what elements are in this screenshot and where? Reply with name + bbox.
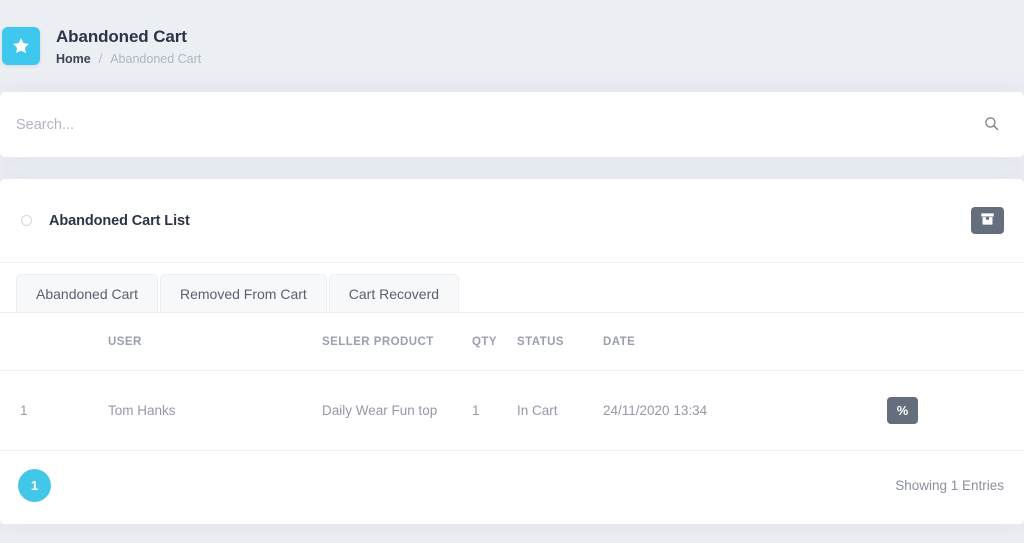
pagination: 1 — [18, 469, 51, 502]
abandoned-cart-table: USER SELLER PRODUCT QTY STATUS DATE 1 To… — [0, 313, 1024, 451]
section-gap — [0, 157, 1024, 179]
breadcrumb: Home / Abandoned Cart — [56, 51, 201, 67]
percent-icon-button[interactable]: % — [887, 397, 918, 424]
card-title: Abandoned Cart List — [49, 212, 190, 229]
page-title: Abandoned Cart — [56, 26, 187, 46]
cell-qty: 1 — [472, 370, 517, 451]
page-header: Abandoned Cart Home / Abandoned Cart — [0, 0, 1024, 92]
tab-label: Removed From Cart — [179, 285, 307, 302]
column-header-status: STATUS — [517, 313, 603, 371]
tab-bar: Abandoned Cart Removed From Cart Cart Re… — [0, 263, 1024, 313]
column-header-user: USER — [108, 313, 322, 371]
star-icon — [11, 36, 31, 56]
archive-box-button[interactable] — [971, 207, 1004, 234]
pagination-page-1[interactable]: 1 — [18, 469, 51, 502]
cell-seller-product: Daily Wear Fun top — [322, 370, 472, 451]
cell-date: 24/11/2020 13:34 — [603, 370, 887, 451]
card-header-left: Abandoned Cart List — [16, 213, 971, 229]
table-body: 1 Tom Hanks Daily Wear Fun top 1 In Cart… — [0, 370, 1024, 451]
entries-count-label: Showing 1 Entries — [895, 478, 1004, 493]
tab-label: Abandoned Cart — [36, 285, 138, 302]
column-header-qty: QTY — [472, 313, 517, 371]
table-footer: 1 Showing 1 Entries — [0, 451, 1024, 524]
column-header-date: DATE — [603, 313, 887, 371]
card-header: Abandoned Cart List — [0, 179, 1024, 263]
cell-user: Tom Hanks — [108, 370, 322, 451]
tab-cart-recoverd[interactable]: Cart Recoverd — [328, 274, 460, 312]
search-bar — [0, 92, 1024, 157]
search-button[interactable] — [978, 112, 1004, 138]
breadcrumb-home-link[interactable]: Home — [56, 51, 91, 67]
tab-label: Cart Recoverd — [348, 285, 440, 302]
table-head: USER SELLER PRODUCT QTY STATUS DATE — [0, 313, 1024, 371]
breadcrumb-separator: / — [98, 51, 103, 66]
column-header-index — [0, 313, 108, 371]
table-header-row: USER SELLER PRODUCT QTY STATUS DATE — [0, 313, 1024, 371]
tab-removed-from-cart[interactable]: Removed From Cart — [159, 274, 327, 312]
abandoned-cart-card: Abandoned Cart List Abandoned Cart Remov… — [0, 179, 1024, 524]
percent-icon: % — [896, 403, 909, 418]
search-input[interactable] — [16, 92, 978, 157]
brand-badge — [2, 27, 40, 65]
tab-abandoned-cart[interactable]: Abandoned Cart — [16, 274, 158, 312]
breadcrumb-current: Abandoned Cart — [110, 51, 202, 66]
cell-index: 1 — [0, 370, 108, 451]
column-header-seller-product: SELLER PRODUCT — [322, 313, 472, 371]
cell-action: % — [887, 370, 1024, 451]
table-row[interactable]: 1 Tom Hanks Daily Wear Fun top 1 In Cart… — [0, 370, 1024, 451]
column-header-action — [887, 313, 1024, 371]
search-icon — [983, 115, 1000, 135]
cell-status: In Cart — [517, 370, 603, 451]
circle-icon — [21, 215, 32, 226]
archive-box-icon — [980, 212, 995, 229]
header-text-block: Abandoned Cart Home / Abandoned Cart — [56, 26, 201, 67]
